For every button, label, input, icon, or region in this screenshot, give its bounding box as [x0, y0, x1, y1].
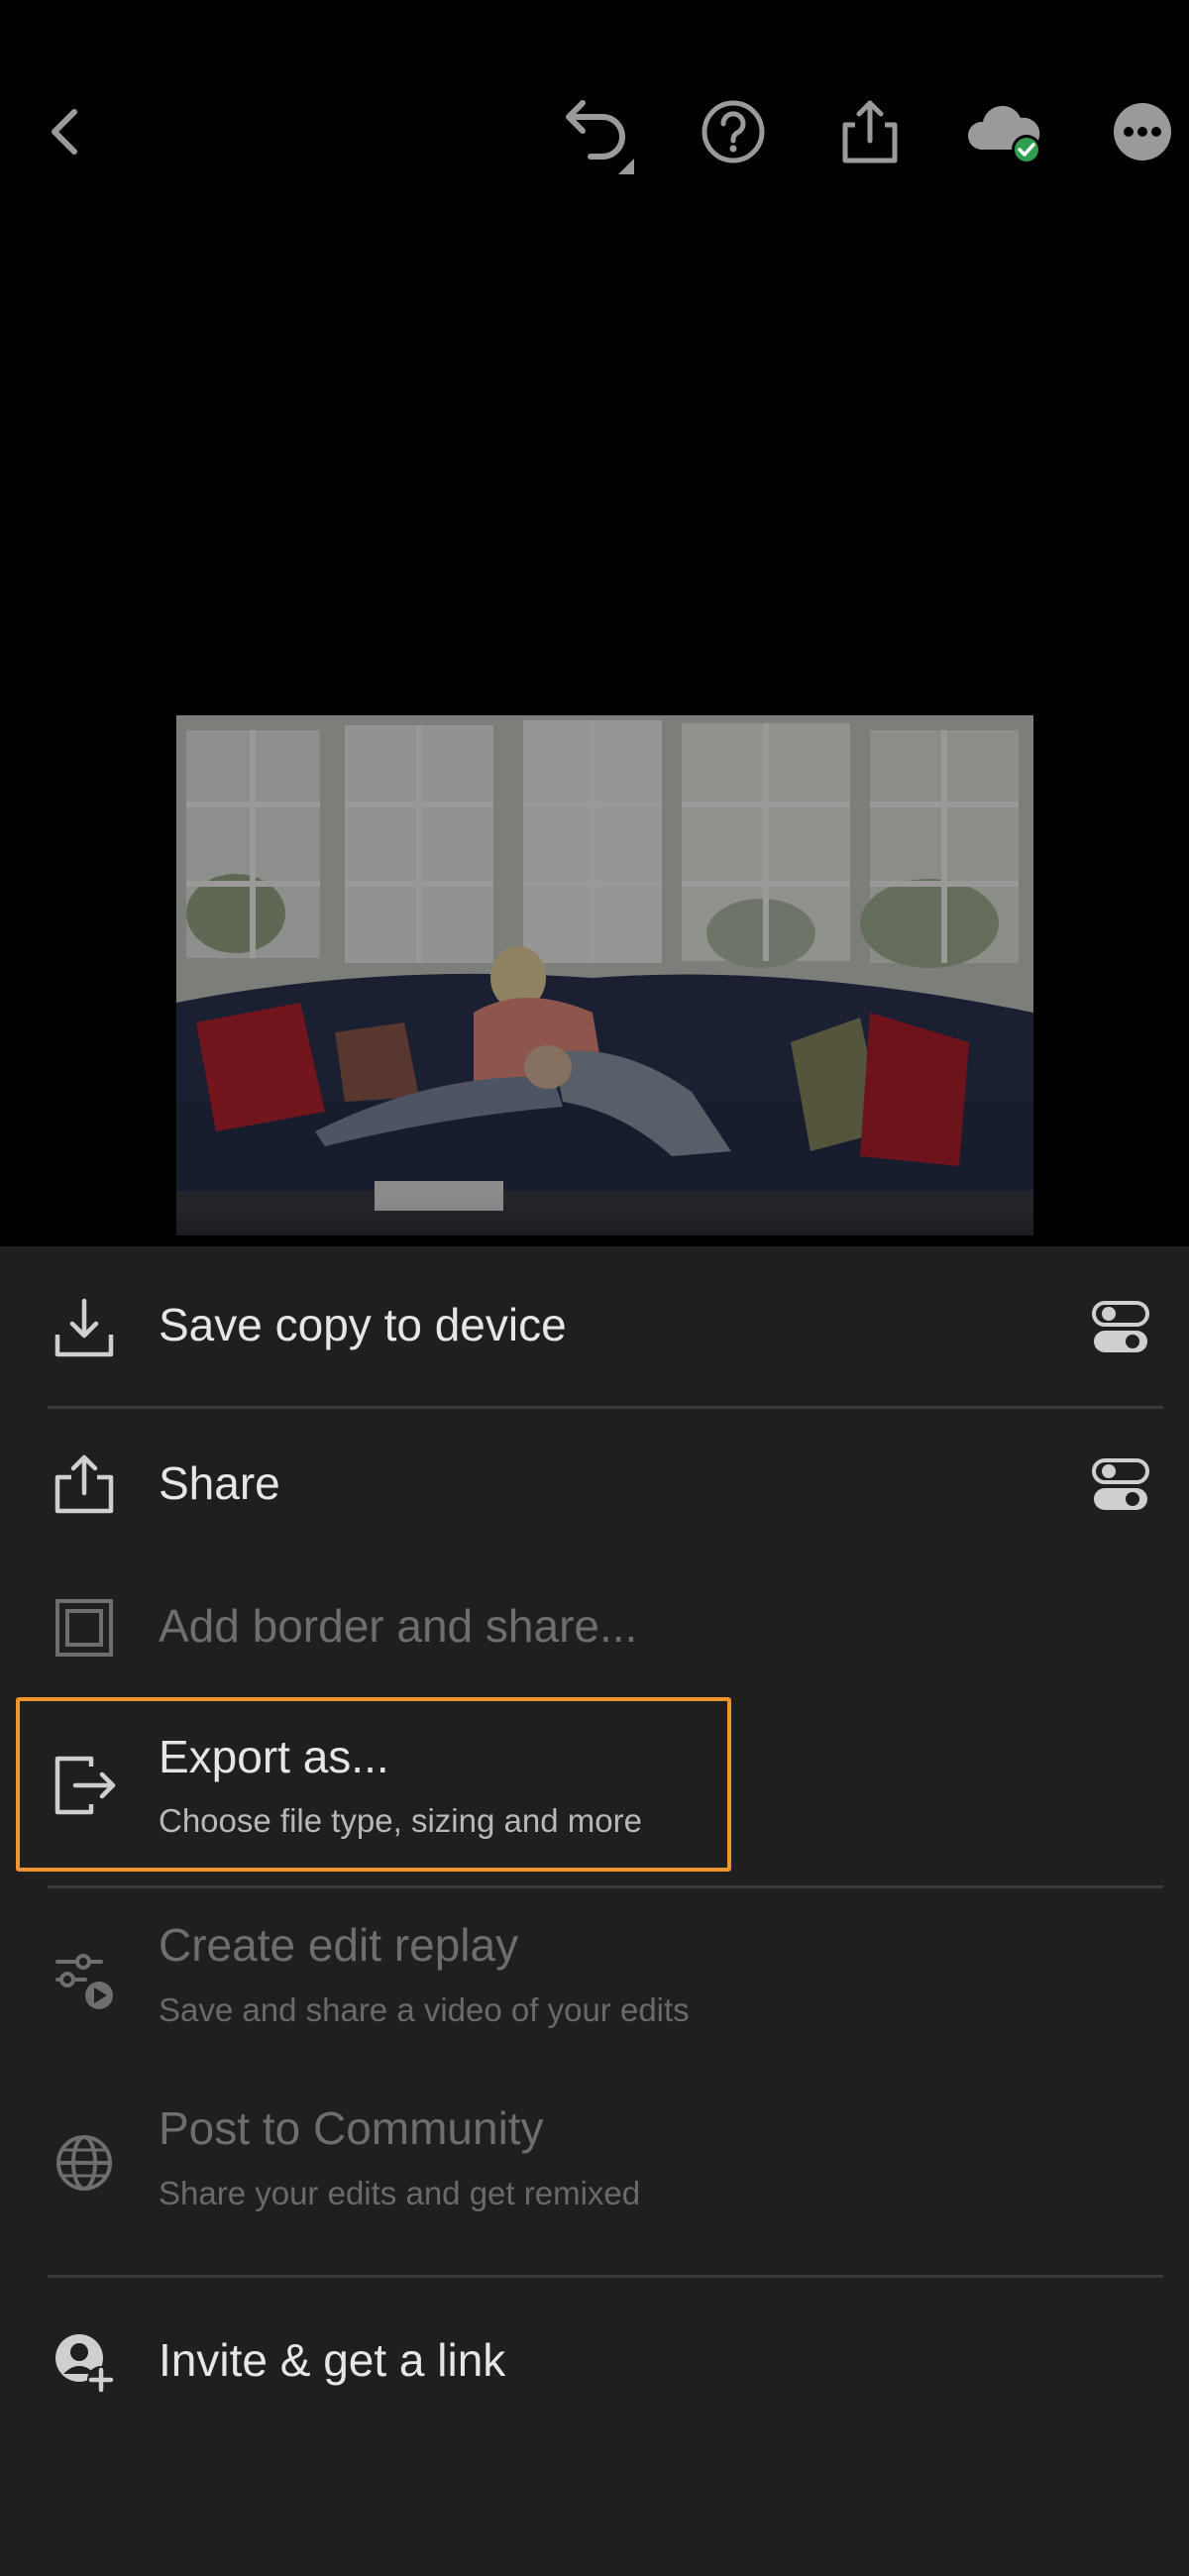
add-border-and-share-item[interactable]: Add border and share...	[0, 1557, 1189, 1694]
undo-icon	[566, 99, 634, 174]
border-icon	[52, 1595, 117, 1661]
create-edit-replay-sublabel: Save and share a video of your edits	[159, 1991, 690, 2028]
create-edit-replay-item[interactable]: Create edit replay Save and share a vide…	[0, 1888, 1189, 2072]
post-to-community-label: Post to Community	[159, 2102, 544, 2154]
export-icon	[52, 1753, 117, 1818]
back-button[interactable]	[12, 69, 121, 193]
share-label: Share	[159, 1457, 280, 1509]
cloud-synced-icon	[967, 105, 1041, 164]
share-sheet: Save copy to device Share Add border and…	[0, 1246, 1189, 2576]
share-icon	[52, 1451, 117, 1517]
photo-preview	[176, 715, 1033, 1235]
top-toolbar	[0, 69, 1189, 193]
create-edit-replay-label: Create edit replay	[159, 1919, 519, 1971]
invite-person-icon	[52, 2330, 117, 2396]
chevron-left-icon	[52, 108, 77, 155]
invite-get-link-item[interactable]: Invite & get a link	[0, 2278, 1189, 2446]
share-icon	[842, 100, 898, 162]
save-copy-settings-icon[interactable]	[1090, 1297, 1151, 1358]
globe-icon	[52, 2130, 117, 2196]
download-icon	[52, 1295, 117, 1360]
more-button[interactable]	[1088, 69, 1189, 193]
undo-button[interactable]	[543, 69, 652, 193]
add-border-and-share-label: Add border and share...	[159, 1600, 638, 1652]
save-copy-to-device-item[interactable]: Save copy to device	[0, 1246, 1189, 1405]
export-as-sublabel: Choose file type, sizing and more	[159, 1802, 642, 1839]
export-as-label: Export as...	[159, 1731, 389, 1782]
share-button[interactable]	[815, 69, 924, 193]
share-settings-icon[interactable]	[1090, 1454, 1151, 1516]
help-icon	[702, 100, 765, 162]
share-item[interactable]: Share	[0, 1409, 1189, 1557]
invite-get-link-label: Invite & get a link	[159, 2334, 506, 2386]
edit-replay-icon	[52, 1948, 117, 2013]
save-copy-to-device-label: Save copy to device	[159, 1299, 567, 1350]
more-icon	[1114, 102, 1171, 161]
post-to-community-sublabel: Share your edits and get remixed	[159, 2175, 641, 2211]
post-to-community-item[interactable]: Post to Community Share your edits and g…	[0, 2072, 1189, 2270]
export-as-item[interactable]: Export as... Choose file type, sizing an…	[0, 1697, 1189, 1872]
cloud-sync-button[interactable]	[951, 69, 1060, 193]
screen: Save copy to device Share Add border and…	[0, 0, 1189, 2576]
help-button[interactable]	[679, 69, 788, 193]
